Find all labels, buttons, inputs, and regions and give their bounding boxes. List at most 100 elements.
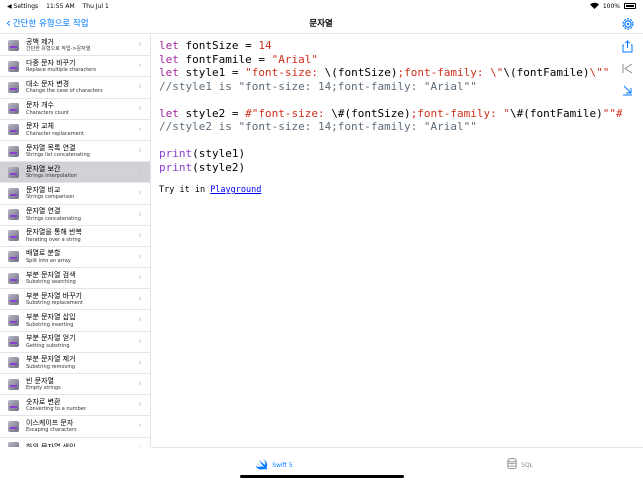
editor-toolbar [621, 38, 635, 96]
list-item[interactable]: 문자열 연결 Strings concatenating › [0, 205, 150, 226]
keyword: let [159, 52, 179, 66]
string-file-icon [8, 336, 19, 348]
string-file-icon [8, 399, 19, 411]
code-text: fontSize = [178, 39, 259, 52]
string-file-icon [8, 166, 19, 178]
chevron-right-icon: › [138, 251, 142, 262]
list-item[interactable]: 문자열 보간 Strings interpolation › [0, 162, 150, 184]
list-item-title: 다중 문자 바꾸기 [26, 58, 76, 67]
string-file-icon [8, 209, 19, 221]
string-literal: ;font-family: \" [397, 66, 504, 79]
keyword: let [159, 66, 179, 79]
list-item-text: 부분 문자열 얻기 Getting substring [26, 334, 76, 349]
chevron-right-icon: › [138, 400, 142, 411]
list-item[interactable]: 다중 문자 바꾸기 Replace multiple characters › [0, 56, 150, 78]
list-item-title: 배열로 분할 [26, 249, 61, 258]
interpolation: \(fontSize) [324, 66, 398, 79]
swift-icon [255, 458, 268, 472]
list-item[interactable]: 문자열 비교 Strings comparison › [0, 183, 150, 205]
list-item-subtitle: Character replacement [26, 130, 84, 137]
code-text: (style1) [192, 147, 246, 160]
function-name: print [159, 160, 193, 174]
battery-percent: 100% [602, 2, 620, 10]
list-item-text: 배열로 분할 Split into an array [26, 249, 71, 264]
list-item[interactable]: 빈 문자열 Empty strings › [0, 374, 150, 396]
list-item-subtitle: 간단한 유형으로 작업->문자열 [26, 46, 91, 53]
list-item[interactable]: 부분 문자열 제거 Substring removing › [0, 353, 150, 374]
list-item[interactable]: 공백 제거 간단한 유형으로 작업->문자열 › [0, 35, 150, 57]
string-literal: #"font-size: [245, 106, 332, 120]
string-literal: ""# [602, 106, 622, 120]
string-file-icon [8, 103, 19, 115]
string-literal: ;font-family: " [410, 106, 511, 120]
try-it-prefix: Try it in [159, 185, 211, 195]
keyword: let [159, 39, 179, 52]
list-item[interactable]: 문자열 목록 연결 Strings list concatenating › [0, 141, 150, 163]
list-item-text: 공백 제거 간단한 유형으로 작업->문자열 [26, 38, 90, 53]
list-item[interactable]: 대소 문자 변경 Change the case of characters › [0, 77, 150, 99]
list-item-title: 부분 문자열 삽입 [26, 313, 76, 322]
string-file-icon [8, 378, 19, 390]
playground-link[interactable]: Playground [210, 185, 261, 195]
list-item-subtitle: Substring inserting [26, 321, 74, 328]
list-item[interactable]: 문자 교체 Character replacement › [0, 120, 150, 141]
home-indicator [240, 475, 404, 478]
list-item-subtitle: Escaping characters [26, 427, 77, 434]
string-file-icon [8, 420, 19, 432]
list-item-text: 문자열 연결 Strings concatenating [26, 207, 81, 222]
wifi-icon [589, 2, 599, 11]
list-item[interactable]: 부분 문자열 바꾸기 Substring replacement › [0, 289, 150, 311]
gear-icon[interactable] [621, 16, 635, 30]
list-item[interactable]: 이스케이프 문자 Escaping characters › [0, 416, 150, 438]
string-file-icon [8, 145, 19, 157]
list-item-title: 문자열 보간 [26, 164, 61, 173]
code-line-1: let fontSize = 14 [159, 39, 622, 53]
list-item-subtitle: Change the case of characters [26, 88, 103, 95]
list-item-title: 하위 문자열 색인 [26, 443, 76, 447]
code-text: fontFamile = [178, 52, 272, 66]
share-icon[interactable] [621, 38, 634, 53]
list-item-title: 문자열 연결 [26, 207, 61, 216]
keyword: let [159, 106, 179, 120]
list-item-title: 문자 교체 [26, 122, 54, 131]
scroll-to-top-icon[interactable] [621, 60, 634, 74]
chevron-right-icon: › [138, 273, 142, 284]
chevron-right-icon: › [138, 188, 142, 199]
list-item-text: 문자열 보간 Strings interpolation [26, 165, 77, 180]
list-item-text: 빈 문자열 Empty strings [26, 377, 61, 392]
list-item[interactable]: 하위 문자열 색인 › [0, 438, 150, 447]
list-item[interactable]: 부분 문자열 삽입 Substring inserting › [0, 310, 150, 332]
list-item-title: 대소 문자 변경 [26, 79, 70, 88]
chevron-right-icon: › [138, 336, 142, 347]
string-file-icon [8, 124, 19, 136]
interpolation: \#(fontFamile) [510, 106, 603, 120]
list-item[interactable]: 문자열을 통해 반복 Iterating over a string › [0, 226, 150, 247]
sidebar-list: 공백 제거 간단한 유형으로 작업->문자열 › 다중 문자 바꾸기 Replace m… [0, 35, 151, 447]
code-comment-2: //style2 is "font-size: 14;font-family: … [159, 120, 477, 133]
list-item[interactable]: 배열로 분할 Split into an array › [0, 247, 150, 269]
list-item-subtitle: Empty strings [26, 385, 61, 392]
list-item[interactable]: 문자 개수 Characters count › [0, 99, 150, 120]
list-item-title: 문자열을 통해 반복 [26, 228, 82, 237]
list-item-subtitle: Substring searching [26, 279, 76, 286]
code-line-3: let style1 = "font-size: \(fontSize);fon… [159, 66, 622, 80]
list-item-subtitle: Substring removing [26, 363, 76, 370]
list-item-title: 빈 문자열 [26, 376, 54, 385]
chevron-right-icon: › [138, 82, 142, 93]
back-to-app-link[interactable]: ◀ Settings [7, 3, 38, 10]
list-item-title: 부분 문자열 제거 [26, 355, 76, 364]
scroll-to-bottom-icon[interactable] [621, 82, 634, 96]
status-bar: ◀ Settings 11:55 AM Thu Jul 1 100% [0, 0, 643, 12]
list-item-title: 부분 문자열 검색 [26, 270, 76, 279]
string-file-icon [8, 315, 19, 327]
list-item[interactable]: 부분 문자열 얻기 Getting substring › [0, 332, 150, 353]
code-line-7: print(style1) [159, 147, 622, 161]
list-item[interactable]: 숫자로 변환 Converting to a number › [0, 395, 150, 417]
list-item[interactable]: 부분 문자열 검색 Substring searching › [0, 268, 150, 290]
tab-sql[interactable]: SQL [397, 448, 643, 482]
list-item-title: 공백 제거 [26, 37, 54, 46]
list-item-text: 하위 문자열 색인 [26, 443, 76, 447]
back-button[interactable]: ‹ 간단한 유형으로 작업 [0, 17, 89, 29]
tab-swift-label: Swift 5 [272, 461, 293, 469]
list-item-text: 대소 문자 변경 Change the case of characters [26, 80, 103, 95]
